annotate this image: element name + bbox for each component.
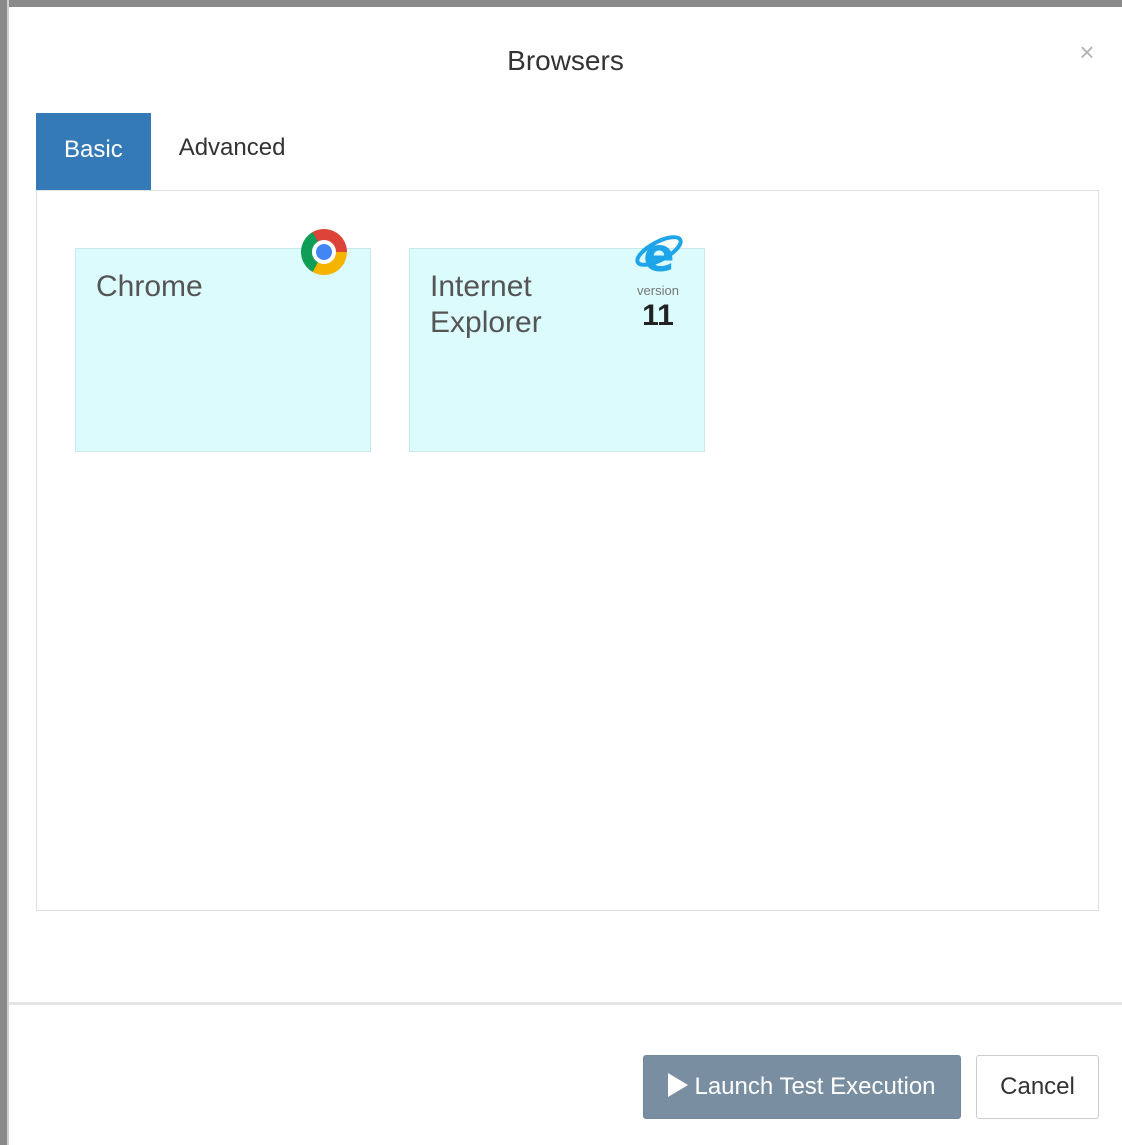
tab-panel-basic: Chrome Internet Explorer e version 11 xyxy=(36,190,1099,911)
tab-basic[interactable]: Basic xyxy=(36,113,151,191)
svg-text:e: e xyxy=(643,229,674,277)
tab-advanced[interactable]: Advanced xyxy=(151,113,314,191)
cancel-button[interactable]: Cancel xyxy=(976,1055,1099,1119)
play-icon xyxy=(668,1073,689,1097)
version-number: 11 xyxy=(642,299,674,332)
chrome-icon xyxy=(301,229,347,275)
dialog-title: Browsers xyxy=(507,45,624,76)
window-left-edge xyxy=(0,0,9,1145)
browser-name-line: Internet xyxy=(430,270,532,303)
launch-test-execution-button[interactable]: Launch Test Execution xyxy=(643,1055,961,1119)
window-top-edge xyxy=(0,0,1122,7)
browser-name: Chrome xyxy=(96,269,203,305)
browser-card-chrome[interactable]: Chrome xyxy=(75,229,371,452)
browser-name-line: Explorer xyxy=(430,306,542,339)
browser-name-line: Chrome xyxy=(96,270,203,303)
ie-icon: e xyxy=(635,229,683,277)
browsers-dialog: Browsers × Basic Advanced Chrome Interne… xyxy=(9,7,1122,1145)
close-icon[interactable]: × xyxy=(1075,37,1099,67)
version-label: version xyxy=(637,283,679,298)
tab-bar: Basic Advanced xyxy=(36,113,313,191)
footer-divider xyxy=(9,1002,1122,1005)
browser-name: Internet Explorer xyxy=(430,269,542,341)
browser-card-internet-explorer[interactable]: Internet Explorer e version 11 xyxy=(409,229,705,452)
launch-button-label: Launch Test Execution xyxy=(694,1073,936,1100)
